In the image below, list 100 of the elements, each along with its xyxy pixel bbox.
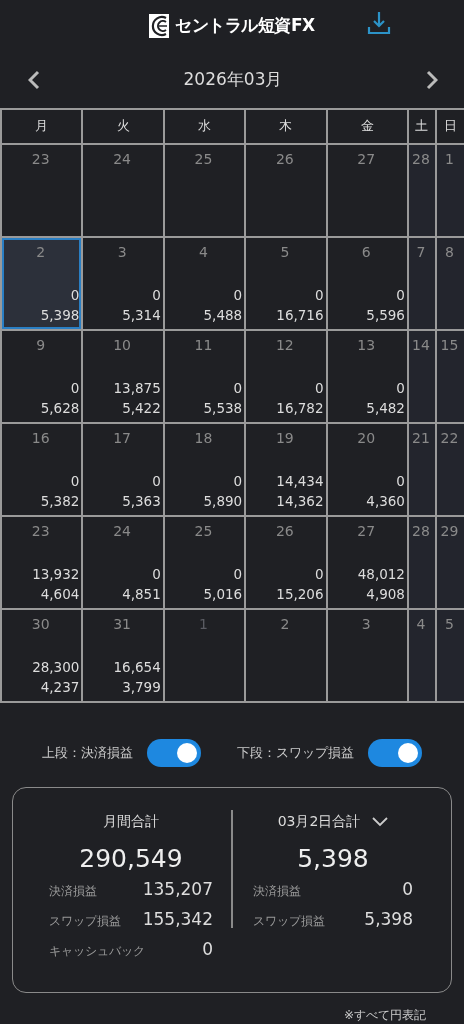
day-cell[interactable]: 5 0 16,716	[246, 237, 326, 329]
swap-value: 4,908	[366, 584, 405, 604]
swap-value: 4,604	[40, 584, 80, 604]
summary-value: 135,207	[142, 878, 213, 899]
day-cell[interactable]: 9 0 5,628	[2, 330, 82, 422]
toggle-label: 上段：決済損益	[42, 743, 133, 762]
currency-note: ※すべて円表記	[343, 1007, 426, 1024]
date-number: 26	[275, 522, 294, 539]
day-cell[interactable]: 5	[436, 609, 464, 701]
day-cell[interactable]: 25 0 5,016	[164, 516, 245, 608]
day-cell[interactable]: 19 14,434 14,362	[246, 423, 326, 515]
swap-value: 4,237	[40, 677, 80, 697]
settlement-value: 0	[152, 285, 161, 305]
swap-value: 14,362	[276, 491, 324, 511]
swap-value: 16,782	[276, 398, 324, 418]
day-cell[interactable]: 26	[246, 144, 326, 236]
day-cell[interactable]: 16 0 5,382	[2, 423, 82, 515]
day-cell[interactable]: 24 0 4,851	[83, 516, 163, 608]
day-cell[interactable]: 11 0 5,538	[164, 330, 245, 422]
date-number: 5	[280, 243, 290, 260]
date-number: 24	[113, 150, 131, 167]
day-cell[interactable]: 3	[327, 609, 407, 701]
swap-value: 5,363	[122, 491, 161, 511]
date-number: 30	[31, 615, 50, 632]
day-cell[interactable]: 1	[436, 144, 464, 236]
date-number: 15	[440, 336, 459, 353]
settlement-value: 16,654	[113, 657, 161, 677]
summary-title: 03月2日合計	[277, 812, 361, 831]
day-cell[interactable]: 21	[408, 423, 435, 515]
summary-label: スワップ損益	[49, 912, 121, 930]
day-cell[interactable]: 29	[436, 516, 464, 608]
date-number: 16	[31, 429, 50, 446]
toggle-switch[interactable]	[368, 738, 422, 767]
settlement-value: 13,932	[32, 564, 80, 584]
day-cell[interactable]: 28	[408, 144, 435, 236]
day-cell[interactable]: 8	[436, 237, 464, 329]
date-number: 25	[194, 522, 213, 539]
day-cell[interactable]: 31 16,654 3,799	[83, 609, 163, 701]
date-number: 4	[199, 243, 208, 260]
day-cell[interactable]: 26 0 15,206	[246, 516, 326, 608]
summary-label: 決済損益	[253, 882, 301, 900]
summary-value: 5,398	[364, 908, 413, 929]
date-number: 28	[412, 150, 430, 167]
day-cell[interactable]: 14	[408, 330, 435, 422]
day-cell[interactable]: 6 0 5,596	[327, 237, 407, 329]
day-cell[interactable]: 4 0 5,488	[164, 237, 245, 329]
summary-label: キャッシュバック	[49, 942, 145, 960]
date-number: 2	[36, 243, 46, 260]
swap-value: 5,488	[203, 305, 243, 325]
date-number: 28	[412, 522, 430, 539]
date-number: 29	[440, 522, 459, 539]
day-cell[interactable]: 2	[246, 609, 326, 701]
date-number: 5	[445, 615, 454, 632]
date-number: 31	[113, 615, 131, 632]
day-cell[interactable]: 23	[2, 144, 82, 236]
download-button[interactable]	[366, 10, 392, 36]
settlement-value: 0	[233, 564, 243, 584]
swap-value: 16,716	[276, 305, 324, 325]
swap-value: 5,538	[203, 398, 243, 418]
date-number: 23	[31, 522, 50, 539]
toggle-switch[interactable]	[147, 738, 201, 767]
day-cell[interactable]: 22	[436, 423, 464, 515]
day-cell[interactable]: 30 28,300 4,237	[2, 609, 82, 701]
day-cell[interactable]: 12 0 16,782	[246, 330, 326, 422]
chevron-down-icon[interactable]	[372, 816, 389, 827]
swap-value: 5,422	[122, 398, 161, 418]
date-number: 27	[357, 522, 376, 539]
settlement-value: 0	[396, 285, 405, 305]
day-cell[interactable]: 27	[327, 144, 407, 236]
date-number: 13	[357, 336, 376, 353]
day-cell[interactable]: 15	[436, 330, 464, 422]
day-cell[interactable]: 25	[164, 144, 245, 236]
day-cell[interactable]: 10 13,875 5,422	[83, 330, 163, 422]
swap-value: 5,314	[122, 305, 161, 325]
month-title: 2026年03月	[183, 68, 283, 92]
date-number: 19	[275, 429, 294, 446]
swap-value: 15,206	[276, 584, 324, 604]
date-number: 17	[113, 429, 131, 446]
day-cell[interactable]: 3 0 5,314	[83, 237, 163, 329]
day-cell[interactable]: 7	[408, 237, 435, 329]
date-number: 10	[113, 336, 131, 353]
day-cell[interactable]: 4	[408, 609, 435, 701]
day-cell[interactable]: 20 0 4,360	[327, 423, 407, 515]
date-number: 27	[357, 150, 376, 167]
day-cell[interactable]: 27 48,012 4,908	[327, 516, 407, 608]
settlement-value: 0	[233, 378, 243, 398]
date-number: 1	[445, 150, 454, 167]
date-number: 21	[412, 429, 430, 446]
day-cell[interactable]: 13 0 5,482	[327, 330, 407, 422]
day-cell[interactable]: 28	[408, 516, 435, 608]
day-cell[interactable]: 18 0 5,890	[164, 423, 245, 515]
settlement-value: 48,012	[357, 564, 405, 584]
day-cell[interactable]: 24	[83, 144, 163, 236]
date-number: 3	[117, 243, 127, 260]
day-cell[interactable]: 2 0 5,398	[2, 237, 82, 329]
swap-value: 5,596	[366, 305, 405, 325]
date-number: 20	[357, 429, 376, 446]
day-cell[interactable]: 17 0 5,363	[83, 423, 163, 515]
day-cell[interactable]: 23 13,932 4,604	[2, 516, 82, 608]
date-number: 18	[194, 429, 213, 446]
